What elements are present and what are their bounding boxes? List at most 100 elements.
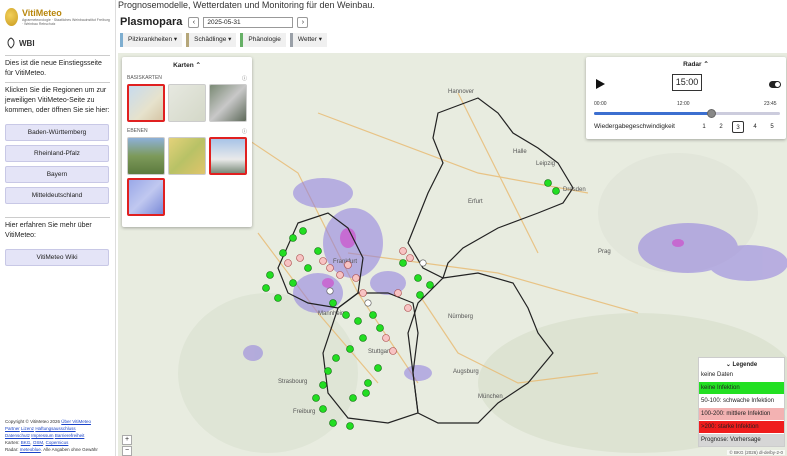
warranty-text: Alle Angaben ohne Gewähr xyxy=(43,447,98,452)
tab-pilzkrankheiten[interactable]: Pilzkrankheiten ▾ xyxy=(120,33,183,47)
instruction-text: Klicken Sie die Regionen um zur jeweilig… xyxy=(5,82,110,116)
basemap-thumb-grey[interactable] xyxy=(168,84,206,122)
legend-row-strong: >200: starke Infektion xyxy=(699,421,784,433)
speed-option-5[interactable]: 5 xyxy=(766,121,778,133)
legend-toggle[interactable]: ⌄ Legende xyxy=(699,361,784,368)
layers-label: EBENEN xyxy=(127,128,148,134)
city-label: Dresden xyxy=(563,187,586,193)
basemap-thumb-standard[interactable] xyxy=(127,84,165,122)
intro-text: Dies ist die neue Einstiegsseite für Vit… xyxy=(5,55,110,79)
more-text: Hier erfahren Sie mehr über VitiMeteo: xyxy=(5,217,110,241)
legend-row-no-infection: keine Infektion xyxy=(699,382,784,394)
map-attribution: © BKG (2026) dl-de/by-2-0 xyxy=(727,450,785,455)
time-slider-fill xyxy=(594,112,712,115)
sidebar: VitiMeteo Agrarmeteorologie · Staatliche… xyxy=(0,0,116,456)
accessibility-link[interactable]: Barrierefreiheit xyxy=(55,433,85,438)
layer-thumb-vineyards[interactable] xyxy=(127,137,165,175)
tab-wetter[interactable]: Wetter ▾ xyxy=(289,33,328,47)
city-label: Mannheim xyxy=(318,311,346,317)
radar-prefix: Radar: xyxy=(5,447,19,452)
speed-option-3[interactable]: 3 xyxy=(732,121,744,133)
city-label: Erfurt xyxy=(468,199,483,205)
speed-options: 1 2 3 4 5 xyxy=(698,121,778,133)
city-label: Nürnberg xyxy=(448,314,473,320)
city-label: Stuttgart xyxy=(368,349,391,355)
speed-option-2[interactable]: 2 xyxy=(715,121,727,133)
city-label: Leipzig xyxy=(536,161,555,167)
city-label: Hannover xyxy=(448,89,474,95)
city-label: München xyxy=(478,394,503,400)
speed-option-4[interactable]: 4 xyxy=(749,121,761,133)
radar-toggle[interactable]: Radar ⌃ xyxy=(612,60,780,68)
date-input[interactable]: 2025-05-31 xyxy=(203,16,294,28)
region-button-mitteldeutschland[interactable]: Mitteldeutschland xyxy=(5,187,109,204)
copyright: Copyright © VitiMeteo 2026 xyxy=(5,419,61,424)
app-root: VitiMeteo Agrarmeteorologie · Staatliche… xyxy=(0,0,787,456)
radar-panel: Radar ⌃ 15:00 00:00 12:00 23:45 Wiederga… xyxy=(586,57,786,139)
legend-row-no-data: keine Daten xyxy=(699,369,784,381)
logo-title: VitiMeteo xyxy=(21,8,62,18)
speed-label: Wiedergabegeschwindigkeit xyxy=(594,123,675,130)
basemap-thumbs xyxy=(127,84,247,122)
tick-mid: 12:00 xyxy=(677,101,690,107)
maps-prefix: Karten: xyxy=(5,440,20,445)
page-title: Plasmopara xyxy=(120,16,183,28)
date-controls: Plasmopara ‹ 2025-05-31 › xyxy=(120,16,309,28)
time-slider-handle[interactable] xyxy=(706,109,716,118)
karten-toggle[interactable]: Karten ⌃ xyxy=(127,61,247,69)
legend-row-medium: 100-200: mittlere Infektion xyxy=(699,408,784,420)
city-label: Prag xyxy=(598,249,611,255)
city-label: Halle xyxy=(513,149,527,155)
speed-option-1[interactable]: 1 xyxy=(698,121,710,133)
tab-schaedlinge[interactable]: Schädlinge ▾ xyxy=(186,33,237,47)
imprint-link[interactable]: Impressum xyxy=(31,433,53,438)
basemaps-label: BASISKARTEN xyxy=(127,75,162,81)
layer-thumb-radar[interactable] xyxy=(127,178,165,216)
next-day-button[interactable]: › xyxy=(297,16,309,28)
map-view[interactable]: Hannover Halle Leipzig Dresden Erfurt Fr… xyxy=(118,53,787,456)
wbi-logo[interactable]: WBI xyxy=(5,34,110,52)
region-button-rheinland-pfalz[interactable]: Rheinland-Pfalz xyxy=(5,145,109,162)
info-icon[interactable]: ⓘ xyxy=(242,75,247,82)
osm-link[interactable]: OSM xyxy=(33,440,43,445)
wbi-leaf-icon xyxy=(7,37,15,49)
legend-row-weak: 50-100: schwache Infektion xyxy=(699,395,784,407)
copernicus-link[interactable]: Copernicus xyxy=(46,440,69,445)
zoom-out-button[interactable]: − xyxy=(122,446,132,456)
bkg-link[interactable]: BKG xyxy=(21,440,31,445)
grape-logo-icon xyxy=(5,8,18,26)
privacy-link[interactable]: Datenschutz xyxy=(5,433,30,438)
radar-time: 15:00 xyxy=(672,74,702,91)
info-icon[interactable]: ⓘ xyxy=(242,128,247,135)
layer-thumb-terrain[interactable] xyxy=(168,137,206,175)
about-link[interactable]: Über VitiMeteo xyxy=(61,419,91,424)
tick-start: 00:00 xyxy=(594,101,607,107)
basemap-thumb-satellite[interactable] xyxy=(209,84,247,122)
radar-toggle-switch[interactable] xyxy=(769,81,781,88)
tab-phaenologie[interactable]: Phänologie xyxy=(240,33,286,47)
legend-row-forecast: Prognose: Vorhersage xyxy=(699,434,784,446)
layer-thumbs xyxy=(127,137,247,216)
footer: Copyright © VitiMeteo 2026 Über VitiMete… xyxy=(5,419,98,452)
city-label: Augsburg xyxy=(453,369,479,375)
wbi-text: WBI xyxy=(19,38,35,48)
menu-tabs: Pilzkrankheiten ▾ Schädlinge ▾ Phänologi… xyxy=(120,33,328,47)
legend-panel: ⌄ Legende keine Daten keine Infektion 50… xyxy=(698,357,785,447)
wiki-button[interactable]: VitiMeteo Wiki xyxy=(5,249,109,266)
site-tagline: Prognosemodelle, Wetterdaten und Monitor… xyxy=(118,0,375,10)
city-label: Strasbourg xyxy=(278,379,307,385)
tick-end: 23:45 xyxy=(764,101,777,107)
region-button-bayern[interactable]: Bayern xyxy=(5,166,109,183)
prev-day-button[interactable]: ‹ xyxy=(188,16,200,28)
region-list: Baden-Württemberg Rheinland-Pfalz Bayern… xyxy=(5,124,110,204)
play-icon[interactable] xyxy=(596,79,605,89)
zoom-in-button[interactable]: + xyxy=(122,435,132,445)
karten-panel: Karten ⌃ BASISKARTEN ⓘ EBENEN ⓘ xyxy=(122,57,252,227)
meteoblue-link[interactable]: meteoblue xyxy=(20,447,41,452)
vitimeteo-logo[interactable]: VitiMeteo Agrarmeteorologie · Staatliche… xyxy=(5,4,110,30)
layer-thumb-stations[interactable] xyxy=(209,137,247,175)
partner-link[interactable]: Partner xyxy=(5,426,20,431)
license-link[interactable]: Lizenz xyxy=(21,426,34,431)
disclaimer-link[interactable]: Haftungsausschluss xyxy=(35,426,75,431)
region-button-baden-wuerttemberg[interactable]: Baden-Württemberg xyxy=(5,124,109,141)
